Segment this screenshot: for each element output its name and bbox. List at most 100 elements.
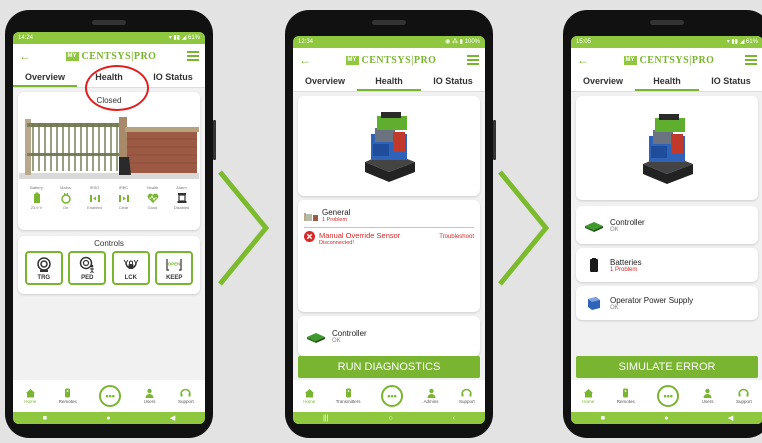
recents-icon[interactable]: ■ [601, 415, 605, 422]
heart-pulse-icon [147, 193, 158, 203]
controller-name: Controller [332, 328, 367, 338]
nav-users[interactable]: Users [702, 388, 713, 404]
tab-io-status[interactable]: IO Status [141, 68, 205, 87]
alarm-bell-icon [177, 193, 186, 203]
nav-transmitters[interactable]: Transmitters [336, 388, 361, 404]
nav-home[interactable]: Home [582, 388, 594, 404]
trg-button[interactable]: TRG [24, 251, 63, 285]
indicator-alarm[interactable]: Alarm Disabled [172, 185, 192, 211]
ped-button[interactable]: PED [68, 251, 107, 285]
next-step-arrow-icon [218, 170, 270, 286]
troubleshoot-link[interactable]: Troubleshoot [439, 234, 474, 240]
support-icon [738, 388, 750, 397]
status-icons: ◉ ⁂ ▮ 100% [445, 39, 480, 45]
lck-button[interactable]: LCK [111, 251, 150, 285]
controller-card[interactable]: Controller OK [576, 206, 758, 244]
status-bar: 12:34 ◉ ⁂ ▮ 100% [293, 36, 485, 48]
home-system-icon[interactable]: ● [106, 415, 110, 422]
irbc-beam-icon [118, 195, 129, 202]
system-nav-bar: ■ ● ◀ [13, 412, 205, 424]
batteries-status: 1 Problem [610, 266, 638, 273]
nav-users[interactable]: Users [144, 388, 155, 404]
home-system-icon[interactable]: ● [664, 415, 668, 422]
lock-icon [123, 259, 139, 269]
phone-overview: 14:24 ▾ ▮▮ ◢ 61% ← MY CENTSYS|PRO Overvi… [5, 10, 216, 438]
controls-card: Controls TRG PED LCK OPEN KEEP [18, 236, 200, 294]
simulate-error-button[interactable]: SIMULATE ERROR [576, 356, 758, 378]
controller-board-icon [585, 222, 603, 232]
tab-overview[interactable]: Overview [293, 72, 357, 91]
controller-status: OK [610, 226, 619, 233]
recents-icon[interactable]: ||| [323, 415, 328, 422]
more-menu-icon[interactable]: ••• [99, 385, 122, 407]
status-bar: 14:24 ▾ ▮▮ ◢ 61% [13, 32, 205, 44]
nav-support[interactable]: Support [178, 388, 194, 404]
tab-io-status[interactable]: IO Status [699, 72, 762, 91]
back-system-icon[interactable]: ◀ [728, 414, 733, 422]
indicator-battery[interactable]: Battery 23.9 V [27, 185, 47, 211]
indicator-mains[interactable]: Mains On [56, 185, 76, 211]
home-system-icon[interactable]: ○ [388, 415, 392, 422]
general-health-card[interactable]: General 1 Problem Manual Override Sensor… [298, 200, 480, 312]
screen: 12:34 ◉ ⁂ ▮ 100% ← MY CENTSYS|PRO Overvi… [293, 36, 485, 424]
gate-illustration [19, 117, 199, 179]
clock: 12:34 [298, 39, 314, 45]
controller-name: Controller [610, 217, 645, 227]
general-title: General [322, 208, 351, 217]
tab-overview[interactable]: Overview [13, 68, 77, 87]
remote-icon [623, 388, 629, 398]
sensor-problem-row: Manual Override Sensor Disconnected! Tro… [304, 227, 474, 246]
next-step-arrow-icon [498, 170, 550, 286]
hamburger-menu-icon[interactable] [745, 55, 757, 65]
run-diagnostics-button[interactable]: RUN DIAGNOSTICS [298, 356, 480, 378]
app-logo: MY CENTSYS|PRO [345, 54, 437, 66]
trigger-icon [37, 256, 51, 272]
battery-icon [33, 192, 40, 203]
nav-support[interactable]: Support [459, 388, 475, 404]
phone-health-general: 12:34 ◉ ⁂ ▮ 100% ← MY CENTSYS|PRO Overvi… [285, 10, 496, 438]
tab-health[interactable]: Health [635, 72, 699, 91]
general-problems: 1 Problem [322, 217, 348, 223]
nav-remotes[interactable]: Remotes [59, 388, 77, 404]
nav-home[interactable]: Home [303, 388, 315, 404]
back-arrow-icon[interactable]: ← [19, 49, 35, 63]
back-arrow-icon[interactable]: ← [299, 53, 315, 67]
general-header: General 1 Problem [304, 208, 474, 223]
pedestrian-icon [80, 256, 95, 273]
power-supply-card[interactable]: Operator Power Supply OK [576, 286, 758, 320]
battery-pack-icon [590, 258, 598, 272]
bottom-nav: Home Transmitters ••• Admins Support [293, 380, 485, 412]
tab-health[interactable]: Health [357, 72, 421, 91]
more-menu-icon[interactable]: ••• [381, 385, 404, 407]
power-supply-status: OK [610, 304, 619, 311]
recents-icon[interactable]: ■ [43, 415, 47, 422]
tab-overview[interactable]: Overview [571, 72, 635, 91]
controls-title: Controls [94, 239, 124, 248]
status-indicators: Battery 23.9 V Mains On IRSO Enabled IRB… [18, 185, 200, 211]
controller-card[interactable]: Controller OK [298, 316, 480, 356]
nav-admins[interactable]: Admins [424, 388, 439, 404]
app-logo: MY CENTSYS|PRO [65, 50, 157, 62]
support-icon [461, 388, 473, 397]
hamburger-menu-icon[interactable] [467, 55, 479, 65]
indicator-irbc[interactable]: IRBC Clear [114, 185, 134, 211]
back-system-icon[interactable]: ◀ [170, 414, 175, 422]
back-arrow-icon[interactable]: ← [577, 53, 593, 67]
users-icon [145, 388, 154, 398]
gate-motor-image [365, 112, 415, 182]
indicator-irso[interactable]: IRSO Enabled [85, 185, 105, 211]
system-nav-bar: ■ ● ◀ [571, 412, 762, 424]
keep-open-icon: OPEN [166, 258, 182, 271]
home-icon [25, 389, 35, 398]
nav-support[interactable]: Support [736, 388, 752, 404]
indicator-health[interactable]: Health Good [143, 185, 163, 211]
hamburger-menu-icon[interactable] [187, 51, 199, 61]
support-icon [180, 388, 192, 397]
nav-home[interactable]: Home [24, 388, 36, 404]
nav-remotes[interactable]: Remotes [617, 388, 635, 404]
batteries-card[interactable]: Batteries 1 Problem [576, 248, 758, 282]
more-menu-icon[interactable]: ••• [657, 385, 680, 407]
keep-button[interactable]: OPEN KEEP [155, 251, 194, 285]
back-system-icon[interactable]: ‹ [453, 415, 455, 422]
tab-io-status[interactable]: IO Status [421, 72, 485, 91]
